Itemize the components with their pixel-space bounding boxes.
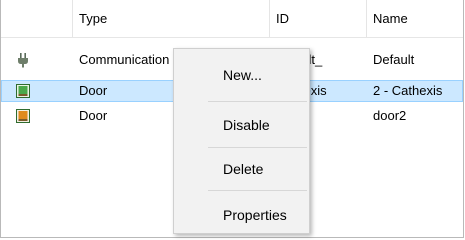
menu-item-new[interactable]: New... <box>174 59 309 91</box>
column-header-name[interactable]: Name <box>373 0 408 37</box>
column-separator[interactable] <box>269 0 270 37</box>
row-name: door2 <box>373 108 407 123</box>
door-orange-icon <box>16 109 30 123</box>
column-separator[interactable] <box>366 0 367 37</box>
menu-item-delete[interactable]: Delete <box>174 153 309 185</box>
column-separator[interactable] <box>72 0 73 37</box>
plug-icon <box>18 53 28 68</box>
door-green-icon <box>16 84 30 98</box>
menu-separator <box>208 147 307 148</box>
row-name: Default <box>373 52 415 67</box>
menu-separator <box>208 101 307 102</box>
row-name: 2 - Cathexis <box>373 83 443 98</box>
column-header-type[interactable]: Type <box>79 0 107 37</box>
list-header: Type ID Name <box>1 0 463 38</box>
context-menu: New... Disable Delete Properties <box>173 48 310 234</box>
menu-item-disable[interactable]: Disable <box>174 109 309 141</box>
column-header-id[interactable]: ID <box>276 0 289 37</box>
menu-separator <box>208 190 307 191</box>
menu-item-properties[interactable]: Properties <box>174 199 309 231</box>
